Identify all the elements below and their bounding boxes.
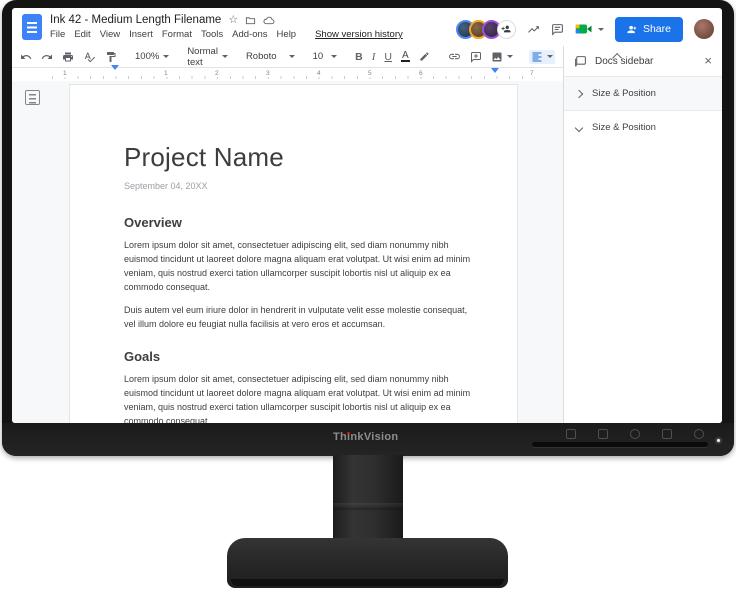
sidebar-app-icon <box>574 55 587 68</box>
monitor-chin: ThinkVision <box>2 423 734 456</box>
monitor-brand-logo: ThinkVision <box>333 431 398 443</box>
font-select[interactable]: Roboto <box>244 50 297 63</box>
stage: { "monitor": { "brand_pre": "Th", "brand… <box>0 0 736 600</box>
redo-button[interactable] <box>39 50 55 64</box>
menu-edit[interactable]: Edit <box>74 29 90 40</box>
document-page[interactable]: Project Name September 04, 20XX Overview… <box>69 84 518 423</box>
ruler-number: 3 <box>264 70 272 77</box>
monitor-stand-base <box>227 538 508 588</box>
chevron-down-icon <box>575 123 583 131</box>
ruler-number: 1 <box>61 70 69 77</box>
align-button[interactable] <box>529 50 555 64</box>
add-comment-button[interactable] <box>468 50 484 64</box>
monitor-stand-neck <box>333 455 403 550</box>
text-color-button[interactable]: A <box>401 51 410 62</box>
comments-icon[interactable] <box>551 23 564 36</box>
header-right-cluster: Share <box>456 8 722 44</box>
sidebar-section-size-position-expanded[interactable]: Size & Position <box>564 111 722 144</box>
styles-select[interactable]: Normal text <box>185 45 230 69</box>
docs-header: Ink 42 - Medium Length Filename ☆ File E… <box>12 8 722 46</box>
ruler-number: 6 <box>417 70 425 77</box>
sidebar-section-size-position-collapsed[interactable]: Size & Position <box>564 77 722 111</box>
heading-goals[interactable]: Goals <box>124 349 471 364</box>
sidebar-section-label: Size & Position <box>592 88 656 99</box>
star-icon[interactable]: ☆ <box>228 15 238 25</box>
close-icon[interactable]: × <box>704 56 712 66</box>
title-block: Ink 42 - Medium Length Filename ☆ File E… <box>50 8 403 40</box>
menu-tools[interactable]: Tools <box>201 29 223 40</box>
ruler-number: 4 <box>315 70 323 77</box>
paragraph[interactable]: Lorem ipsum dolor sit amet, consectetuer… <box>124 238 476 294</box>
document-outline-icon[interactable] <box>25 90 40 105</box>
cloud-saved-icon[interactable] <box>263 15 275 26</box>
bold-button[interactable]: B <box>353 50 365 64</box>
docs-main-column: 100% Normal text Roboto 10 B I U A <box>12 46 563 423</box>
heading-overview[interactable]: Overview <box>124 215 471 230</box>
monitor: Ink 42 - Medium Length Filename ☆ File E… <box>2 0 734 456</box>
chevron-right-icon <box>575 89 583 97</box>
follow-person-icon[interactable] <box>497 20 516 39</box>
italic-button[interactable]: I <box>370 50 378 64</box>
undo-button[interactable] <box>18 50 34 64</box>
paint-format-button[interactable] <box>103 50 119 64</box>
share-button[interactable]: Share <box>615 17 683 42</box>
zoom-select[interactable]: 100% <box>133 50 171 63</box>
sidebar-section-label: Size & Position <box>592 122 656 133</box>
menu-addons[interactable]: Add-ons <box>232 29 267 40</box>
menu-help[interactable]: Help <box>277 29 297 40</box>
version-history-link[interactable]: Show version history <box>315 29 403 40</box>
toolbar: 100% Normal text Roboto 10 B I U A <box>12 46 563 68</box>
document-title[interactable]: Ink 42 - Medium Length Filename <box>50 14 221 26</box>
docs-logo-icon[interactable] <box>22 14 42 40</box>
ruler-number: 7 <box>528 70 536 77</box>
spellcheck-button[interactable] <box>81 50 98 64</box>
monitor-button-bar[interactable] <box>532 442 708 447</box>
paragraph[interactable]: Lorem ipsum dolor sit amet, consectetuer… <box>124 372 476 423</box>
move-folder-icon[interactable] <box>245 15 256 26</box>
ruler-number: 1 <box>162 70 170 77</box>
account-avatar[interactable] <box>694 19 714 39</box>
insert-link-button[interactable] <box>446 49 463 64</box>
docs-sidebar: Docs sidebar × Size & Position Size & Po… <box>563 46 722 423</box>
monitor-menu-icon <box>598 429 608 439</box>
font-size-select[interactable]: 10 <box>311 50 340 63</box>
monitor-input-icon <box>566 429 576 439</box>
menu-format[interactable]: Format <box>162 29 192 40</box>
ruler-number: 5 <box>366 70 374 77</box>
doc-page-title[interactable]: Project Name <box>124 142 471 172</box>
collaborator-avatars[interactable] <box>456 20 516 39</box>
monitor-control-icons <box>566 429 704 439</box>
monitor-power-icon <box>694 429 704 439</box>
document-canvas[interactable]: Project Name September 04, 20XX Overview… <box>12 81 563 423</box>
monitor-brightness-icon <box>630 429 640 439</box>
highlight-color-button[interactable] <box>417 50 432 63</box>
meet-caret-icon <box>598 28 604 31</box>
monitor-screen: Ink 42 - Medium Length Filename ☆ File E… <box>12 8 722 423</box>
ruler-number: 2 <box>213 70 221 77</box>
sidebar-title: Docs sidebar <box>595 56 696 67</box>
share-button-label: Share <box>643 23 671 35</box>
horizontal-ruler[interactable]: 1 1 2 3 4 5 6 7 <box>12 68 563 81</box>
underline-button[interactable]: U <box>382 50 394 64</box>
ruler-ticks <box>52 76 535 79</box>
menu-bar: File Edit View Insert Format Tools Add-o… <box>50 29 403 40</box>
insert-image-button[interactable] <box>489 50 515 64</box>
menu-file[interactable]: File <box>50 29 65 40</box>
print-button[interactable] <box>60 50 76 64</box>
power-led <box>717 439 720 442</box>
paragraph[interactable]: Duis autem vel eum iriure dolor in hendr… <box>124 303 476 331</box>
menu-insert[interactable]: Insert <box>129 29 153 40</box>
menu-view[interactable]: View <box>100 29 120 40</box>
activity-dashboard-icon[interactable] <box>527 23 540 36</box>
docs-body: 100% Normal text Roboto 10 B I U A <box>12 46 722 423</box>
sidebar-header: Docs sidebar × <box>564 46 722 77</box>
meet-button[interactable] <box>575 22 604 36</box>
monitor-settings-icon <box>662 429 672 439</box>
doc-date[interactable]: September 04, 20XX <box>124 181 471 191</box>
